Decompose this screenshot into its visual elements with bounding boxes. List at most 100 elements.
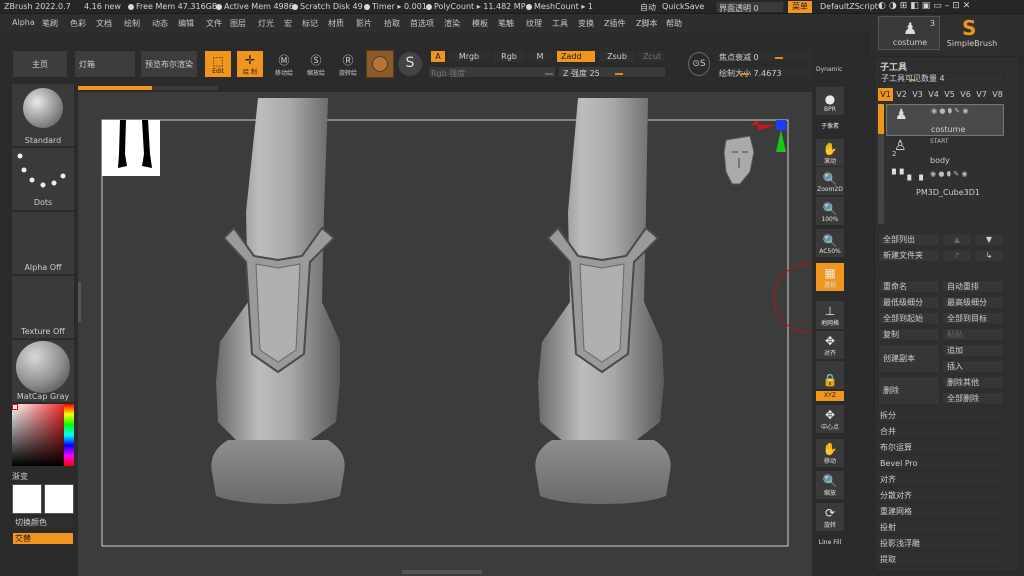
menu-item-5[interactable]: 动态 (152, 18, 168, 29)
menu-item-19[interactable]: 纹理 (526, 18, 542, 29)
main-color-swatch[interactable] (12, 484, 42, 514)
a-toggle[interactable]: A (430, 50, 446, 63)
create-copy-button[interactable]: 创建副本 (878, 344, 940, 373)
menu-item-8[interactable]: 图层 (230, 18, 246, 29)
material-swatch[interactable] (366, 50, 394, 78)
menu-item-20[interactable]: 工具 (552, 18, 568, 29)
menu-item-21[interactable]: 变换 (578, 18, 594, 29)
lock-button[interactable]: 🔒 (815, 360, 845, 390)
simplebrush-button[interactable]: S SimpleBrush (944, 16, 1000, 50)
highest-subdiv-button[interactable]: 最高级细分 (942, 296, 1004, 309)
zoom2d-button[interactable]: 🔍 Zoom2D (815, 166, 845, 196)
draw-size-slider[interactable]: 绘制大小 7.4673 (716, 66, 812, 78)
linefill-button[interactable]: Line Fill (815, 534, 845, 548)
rotate-draw-button[interactable]: Ⓡ 旋转绘 (334, 50, 362, 78)
delete-all-button[interactable]: 全部删除 (942, 392, 1004, 405)
bool-preview-button[interactable]: 预览布尔渲染 (140, 50, 198, 78)
arrow-up-right-button[interactable]: ↱ (942, 249, 972, 262)
zoom3d-button[interactable]: 🔍 缩放 (815, 470, 845, 500)
dots-stroke-button[interactable]: Dots (12, 148, 74, 210)
matcap-button[interactable]: MatCap Gray (12, 340, 74, 402)
move-up-button[interactable]: ▲ (942, 233, 972, 246)
menu-item-1[interactable]: 笔刷 (42, 18, 58, 29)
lightbox-button[interactable]: 灯箱 (74, 50, 136, 78)
zcut-toggle[interactable]: Zcut (638, 50, 666, 63)
bottom-scroll-handle[interactable] (402, 570, 482, 574)
cube-visibility-icons[interactable]: ◉ ● ⬮ ✎ ◉ (930, 170, 968, 179)
rgb-intensity-slider[interactable]: Rgb 强度 (428, 66, 556, 78)
edit-button[interactable]: ⬚ Edit (204, 50, 232, 78)
bpr-button[interactable]: ● BPR (815, 86, 845, 116)
menu-item-6[interactable]: 编辑 (178, 18, 194, 29)
visible-count-slider[interactable]: 子工具可见数量 4 (878, 72, 1004, 84)
section-8[interactable]: 投影浅浮雕 (878, 536, 1004, 551)
subtool-item-costume[interactable]: ♟ costume ◉ ● ⬮ ✎ ◉ (886, 104, 1004, 136)
mrgb-toggle[interactable]: Mrgb (448, 50, 490, 63)
standard-brush-button[interactable]: Standard (12, 84, 74, 146)
section-3[interactable]: Bevel Pro (878, 456, 1004, 471)
tab-v4[interactable]: V4 (926, 88, 941, 101)
color-picker[interactable] (12, 404, 74, 466)
menu-item-9[interactable]: 灯光 (258, 18, 274, 29)
stroke-type-icon[interactable]: S (398, 52, 422, 76)
sub-pixel[interactable]: 子像素 (815, 118, 845, 132)
paste-button[interactable]: 粘贴 (942, 328, 1004, 341)
tab-v3[interactable]: V3 (910, 88, 925, 101)
current-tool-button[interactable]: ♟ 3 costume (878, 16, 940, 50)
tab-v2[interactable]: V2 (894, 88, 909, 101)
texture-button[interactable]: Texture Off (12, 276, 74, 338)
delete-other-button[interactable]: 删除其他 (942, 376, 1004, 389)
menu-item-14[interactable]: 拾取 (384, 18, 400, 29)
canvas-area[interactable] (78, 92, 843, 576)
zsub-toggle[interactable]: Zsub (598, 50, 636, 63)
perspective-button[interactable]: ▦ 透视 (815, 262, 845, 292)
rename-button[interactable]: 重命名 (878, 280, 940, 293)
menu-item-4[interactable]: 绘制 (124, 18, 140, 29)
menu-item-2[interactable]: 色彩 (70, 18, 86, 29)
z-intensity-slider[interactable]: Z 强度 25 (558, 66, 666, 78)
transparency-slider[interactable]: 界面透明 0 (716, 1, 784, 13)
dynamic-toggle[interactable]: Dynamic (816, 66, 842, 73)
alternate-button[interactable]: 交替 (12, 532, 74, 545)
tab-v1[interactable]: V1 (878, 88, 893, 101)
copy-button[interactable]: 复制 (878, 328, 940, 341)
move-down-button[interactable]: ▼ (974, 233, 1004, 246)
tab-v7[interactable]: V7 (974, 88, 989, 101)
menu-item-23[interactable]: Z脚本 (636, 18, 657, 29)
subtool-scroll-thumb[interactable] (878, 104, 884, 134)
switch-color-button[interactable]: 切换颜色 (12, 516, 74, 529)
left-dock-handle[interactable] (78, 282, 81, 322)
menu-item-11[interactable]: 标记 (302, 18, 318, 29)
rgb-toggle[interactable]: Rgb (492, 50, 526, 63)
scale-draw-button[interactable]: Ⓢ 缩放绘 (302, 50, 330, 78)
align-button[interactable]: ✥ 对齐 (815, 330, 845, 360)
center-button[interactable]: ✥ 中心点 (815, 404, 845, 434)
home-button[interactable]: 主页 (12, 50, 68, 78)
section-6[interactable]: 重建网格 (878, 504, 1004, 519)
menu-item-16[interactable]: 渲染 (444, 18, 460, 29)
section-5[interactable]: 分散对齐 (878, 488, 1004, 503)
menu-item-17[interactable]: 模板 (472, 18, 488, 29)
menu-button[interactable]: 菜单 (788, 1, 812, 13)
all-to-target-button[interactable]: 全部到目标 (942, 312, 1004, 325)
focal-slider[interactable]: 焦点衰减 0 (716, 50, 812, 62)
section-2[interactable]: 布尔运算 (878, 440, 1004, 455)
insert-button[interactable]: 插入 (942, 360, 1004, 373)
tab-v5[interactable]: V5 (942, 88, 957, 101)
scroll-button[interactable]: ✋ 滚动 (815, 138, 845, 168)
rotate-button[interactable]: ⟳ 旋转 (815, 502, 845, 532)
menu-item-10[interactable]: 宏 (284, 18, 292, 29)
sculptris-icon[interactable]: ⊙S (688, 52, 710, 76)
floor-button[interactable]: ⊥ 地网格 (815, 300, 845, 330)
section-4[interactable]: 对齐 (878, 472, 1004, 487)
ac50-button[interactable]: 🔍 AC50% (815, 228, 845, 258)
delete-button[interactable]: 删除 (878, 376, 940, 405)
menu-item-7[interactable]: 文件 (206, 18, 222, 29)
all-to-start-button[interactable]: 全部到起始 (878, 312, 940, 325)
subtool-item-cube[interactable]: ▘▘▖▗ PM3D_Cube3D1 ◉ ● ⬮ ✎ ◉ (886, 168, 1004, 200)
costume-visibility-icons[interactable]: ◉ ● ⬮ ✎ ◉ (931, 107, 969, 116)
section-7[interactable]: 投射 (878, 520, 1004, 535)
hue-strip[interactable] (64, 404, 74, 466)
menu-item-24[interactable]: 帮助 (666, 18, 682, 29)
move-button[interactable]: ✋ 移动 (815, 438, 845, 468)
